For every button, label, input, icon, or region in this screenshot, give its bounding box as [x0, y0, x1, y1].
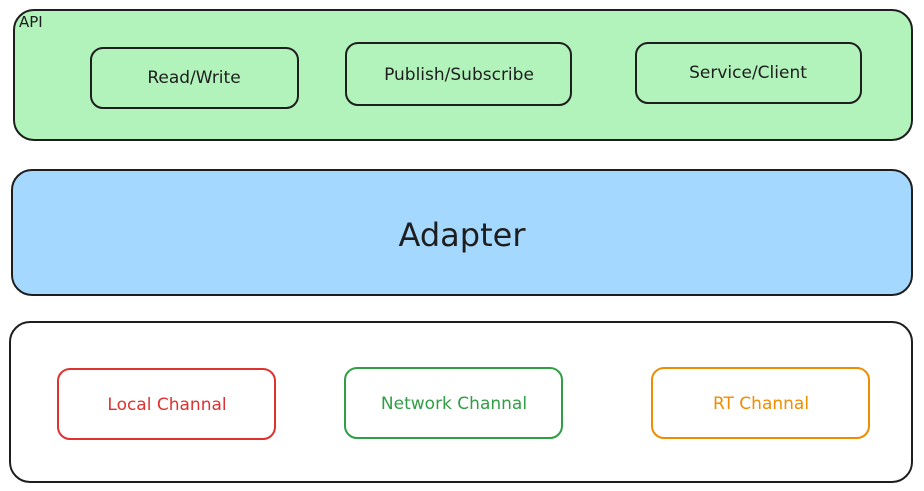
api-layer: API Read/Write Publish/Subscribe Service… [13, 9, 913, 141]
service-client-box-label: Service/Client [689, 63, 807, 83]
read-write-box: Read/Write [90, 47, 299, 109]
service-client-box: Service/Client [635, 42, 862, 104]
network-channel-box-label: Network Channal [381, 394, 527, 414]
adapter-layer: Adapter [11, 169, 913, 296]
publish-subscribe-box-label: Publish/Subscribe [384, 65, 534, 85]
api-layer-label: API [19, 13, 43, 31]
rt-channel-box-label: RT Channal [713, 394, 809, 414]
publish-subscribe-box: Publish/Subscribe [345, 42, 572, 106]
channel-layer: Local Channal Network Channal RT Channal [9, 321, 913, 483]
layered-architecture-diagram: API Read/Write Publish/Subscribe Service… [9, 9, 913, 483]
read-write-box-label: Read/Write [147, 68, 240, 88]
adapter-layer-label: Adapter [399, 216, 527, 254]
local-channel-box-label: Local Channal [107, 395, 226, 415]
